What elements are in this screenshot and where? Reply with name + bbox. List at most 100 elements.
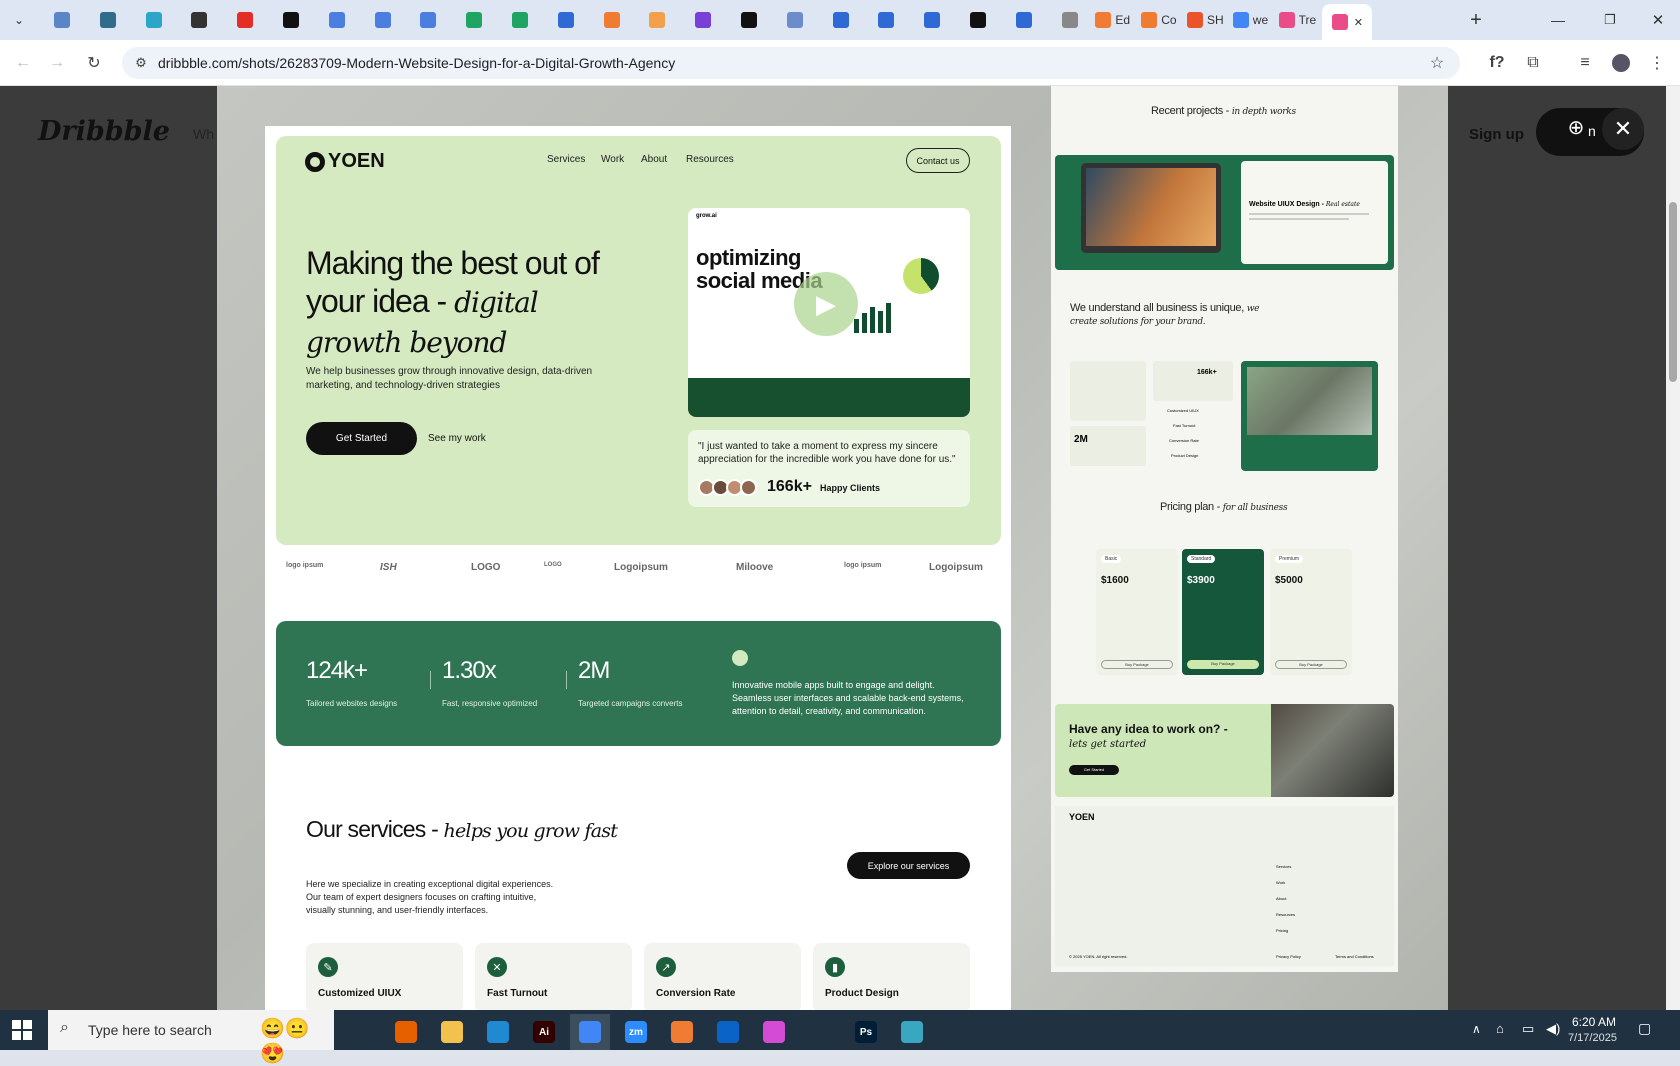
browser-tab[interactable]: ✕ <box>1322 4 1373 40</box>
taskbar-app[interactable] <box>386 1014 426 1050</box>
footer-terms-link[interactable]: Terms and Conditions <box>1335 954 1374 959</box>
video-preview[interactable]: grow.ai optimizing social media ▶ <box>688 208 970 417</box>
service-card[interactable]: ↗ Conversion Rate <box>644 943 801 1010</box>
footer-link[interactable]: About <box>1276 896 1286 901</box>
buy-package-button[interactable]: Buy Package <box>1101 660 1173 669</box>
taskbar-app[interactable] <box>340 1014 380 1050</box>
browser-tab[interactable] <box>544 6 588 34</box>
menu-kebab-icon[interactable]: ⋮ <box>1644 50 1670 76</box>
browser-tab[interactable] <box>223 6 267 34</box>
nav-resources[interactable]: Resources <box>686 154 734 165</box>
nav-about[interactable]: About <box>641 154 667 165</box>
taskbar-search[interactable]: ⌕ Type here to search 😄😐😍 <box>48 1010 334 1065</box>
browser-tab[interactable] <box>681 6 725 34</box>
dribbble-logo[interactable]: Dribbble <box>38 116 170 147</box>
cta-get-started-button[interactable]: Get Started <box>1069 765 1119 775</box>
window-close-icon[interactable]: ✕ <box>1644 6 1672 34</box>
taskbar-app[interactable] <box>478 1014 518 1050</box>
extensions-icon[interactable]: ⧉ <box>1520 50 1546 76</box>
minimize-icon[interactable]: — <box>1544 6 1572 34</box>
browser-tab[interactable] <box>498 6 542 34</box>
browser-tab[interactable]: we <box>1231 6 1275 34</box>
taskbar-app[interactable]: Ps <box>846 1014 886 1050</box>
footer-link[interactable]: Services <box>1276 864 1291 869</box>
notifications-icon[interactable]: ▢ <box>1638 1020 1651 1037</box>
browser-tab[interactable] <box>773 6 817 34</box>
media-control-icon[interactable]: ≡ <box>1572 50 1598 76</box>
buy-package-button[interactable]: Buy Package <box>1275 660 1347 669</box>
taskbar-app[interactable] <box>662 1014 702 1050</box>
search-stub[interactable]: Wh <box>193 126 214 142</box>
service-card[interactable]: ✕ Fast Turnout <box>475 943 632 1010</box>
taskbar-app[interactable] <box>708 1014 748 1050</box>
tab-close-icon[interactable]: ✕ <box>1354 16 1363 29</box>
footer-link[interactable]: Work <box>1276 880 1285 885</box>
browser-tab[interactable] <box>132 6 176 34</box>
taskbar-app[interactable] <box>432 1014 472 1050</box>
taskbar-app[interactable]: zm <box>616 1014 656 1050</box>
taskbar-app[interactable]: Ai <box>524 1014 564 1050</box>
browser-tab[interactable] <box>864 6 908 34</box>
case-study-card[interactable]: Website UIUX Design - Real estate <box>1241 161 1388 264</box>
browser-tab[interactable]: Co <box>1139 6 1183 34</box>
footer-link[interactable]: Pricing <box>1276 928 1288 933</box>
browser-tab[interactable] <box>406 6 450 34</box>
taskbar-app[interactable] <box>570 1014 610 1050</box>
play-icon[interactable]: ▶ <box>794 272 858 336</box>
profile-avatar[interactable] <box>1608 50 1634 76</box>
restore-icon[interactable]: ❐ <box>1596 6 1624 34</box>
back-icon[interactable]: ← <box>10 50 36 76</box>
browser-tab[interactable] <box>40 6 84 34</box>
taskbar-app[interactable] <box>800 1014 840 1050</box>
get-started-button[interactable]: Get Started <box>306 422 417 455</box>
buy-package-button[interactable]: Buy Package <box>1187 660 1259 669</box>
taskbar-app[interactable] <box>754 1014 794 1050</box>
windows-start-icon[interactable] <box>12 1020 32 1040</box>
browser-tab[interactable] <box>86 6 130 34</box>
bookmark-star-icon[interactable]: ☆ <box>1424 50 1450 76</box>
contact-button[interactable]: Contact us <box>906 148 970 173</box>
tray-display-icon[interactable]: ▭ <box>1522 1021 1534 1037</box>
browser-tab[interactable] <box>361 6 405 34</box>
browser-tab[interactable] <box>956 6 1000 34</box>
page-scrollbar[interactable] <box>1666 86 1680 1010</box>
forward-icon[interactable]: → <box>44 50 70 76</box>
footer-privacy-link[interactable]: Privacy Policy <box>1276 954 1301 959</box>
new-tab-button[interactable]: + <box>1462 6 1490 34</box>
close-shot-icon[interactable]: ✕ <box>1602 108 1644 150</box>
url-text[interactable]: dribbble.com/shots/26283709-Modern-Websi… <box>158 55 675 71</box>
browser-tab[interactable] <box>1048 6 1092 34</box>
browser-tab[interactable] <box>1002 6 1046 34</box>
browser-tab[interactable]: Ed <box>1093 6 1137 34</box>
nav-work[interactable]: Work <box>601 154 624 165</box>
nav-services[interactable]: Services <box>547 154 585 165</box>
address-bar[interactable]: ⚙ dribbble.com/shots/26283709-Modern-Web… <box>122 47 1460 79</box>
browser-tab[interactable] <box>452 6 496 34</box>
reload-icon[interactable]: ↻ <box>81 50 107 76</box>
see-my-work-link[interactable]: See my work <box>428 433 486 444</box>
clock-time[interactable]: 6:20 AM <box>1572 1015 1616 1029</box>
browser-tab[interactable] <box>177 6 221 34</box>
browser-tab[interactable]: Tre <box>1277 6 1321 34</box>
browser-tab[interactable]: SH <box>1185 6 1229 34</box>
browser-tab[interactable] <box>727 6 771 34</box>
signup-link[interactable]: Sign up <box>1469 126 1524 143</box>
tab-search-button[interactable]: ⌄ <box>4 6 34 34</box>
tray-chevron-icon[interactable]: ∧ <box>1472 1022 1481 1036</box>
brand-logo[interactable]: YOEN <box>305 150 385 173</box>
taskbar-app[interactable] <box>892 1014 932 1050</box>
browser-tab[interactable] <box>590 6 634 34</box>
browser-tab[interactable] <box>910 6 954 34</box>
scrollbar-thumb[interactable] <box>1669 202 1677 382</box>
zoom-in-icon[interactable]: ⊕ <box>1563 114 1589 140</box>
browser-tab[interactable] <box>315 6 359 34</box>
service-card[interactable]: ▮ Product Design <box>813 943 970 1010</box>
fonts-extension-icon[interactable]: f? <box>1484 50 1510 76</box>
clock-date[interactable]: 7/17/2025 <box>1568 1032 1617 1044</box>
footer-link[interactable]: Resources <box>1276 912 1295 917</box>
browser-tab[interactable] <box>635 6 679 34</box>
browser-tab[interactable] <box>269 6 313 34</box>
service-card[interactable]: ✎ Customized UIUX <box>306 943 463 1010</box>
tray-network-icon[interactable]: ⌂ <box>1496 1021 1504 1036</box>
explore-services-button[interactable]: Explore our services <box>847 852 970 879</box>
